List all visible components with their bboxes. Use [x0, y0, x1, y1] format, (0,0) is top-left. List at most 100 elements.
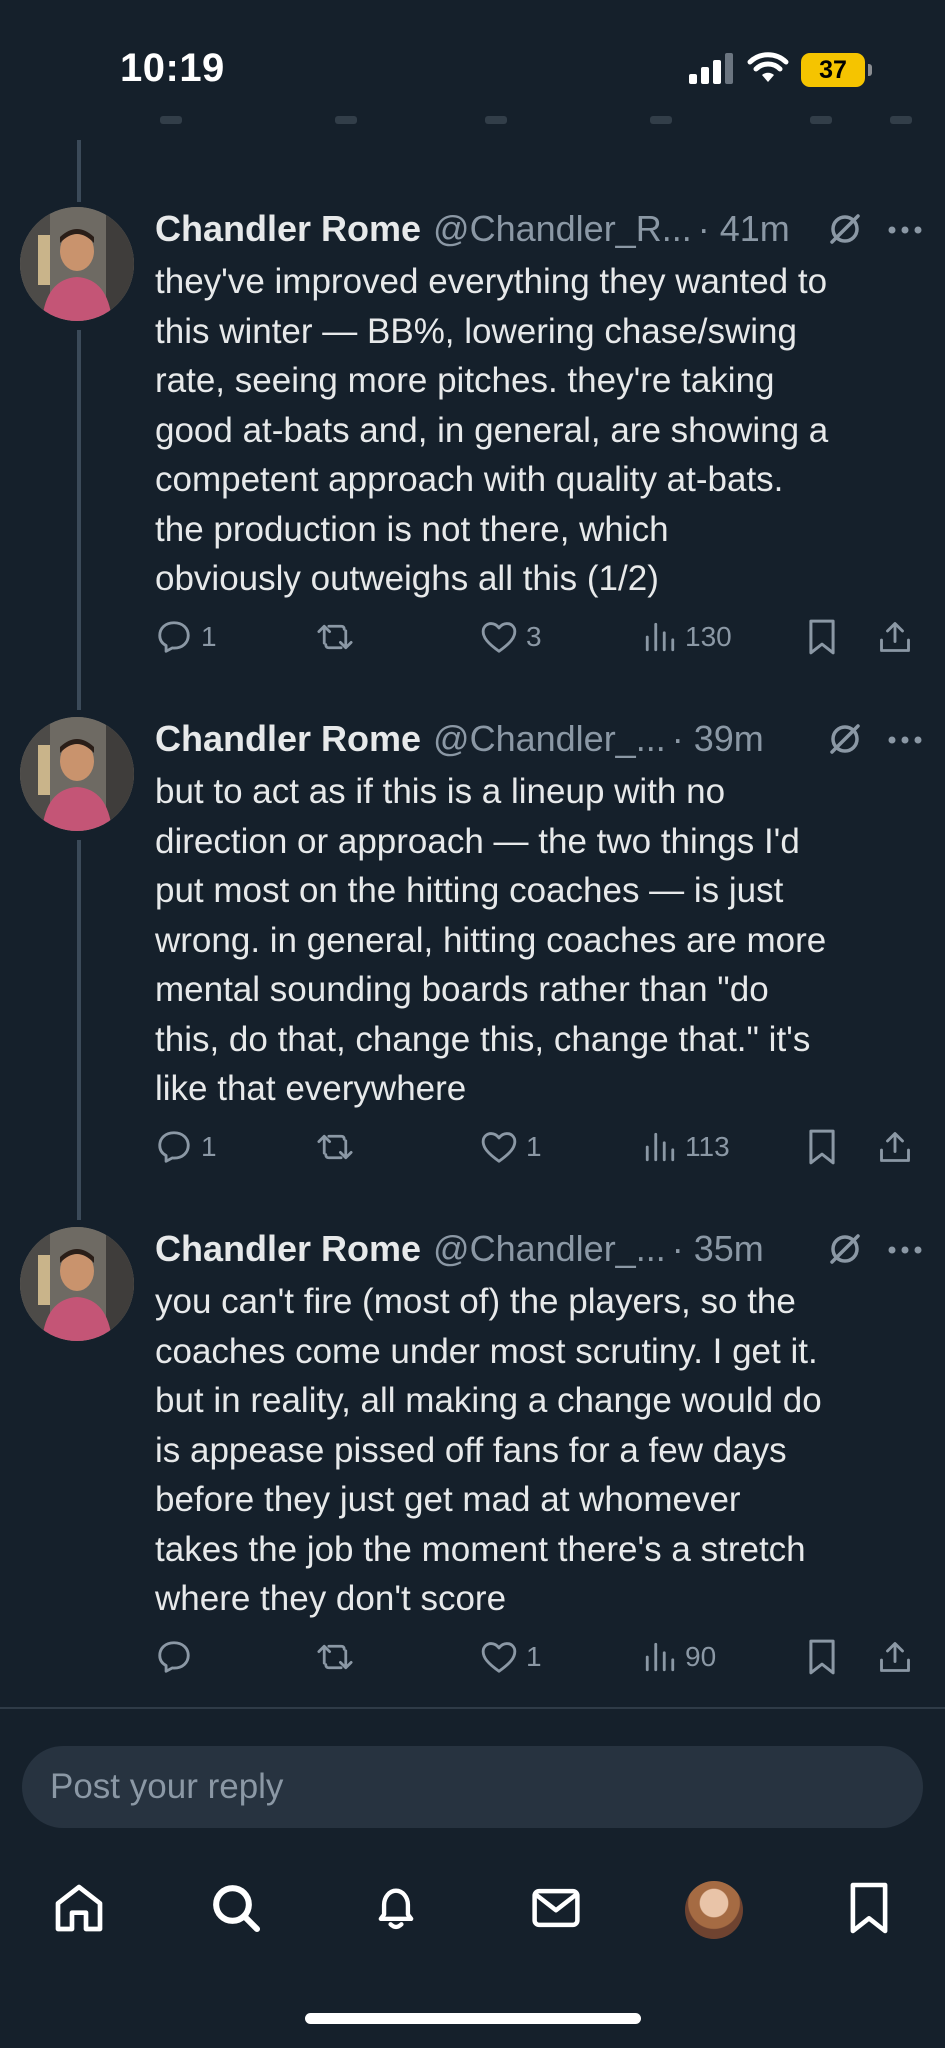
- tweet-actions: 1 1 113: [155, 1125, 915, 1169]
- tweet-actions: 1 3 130: [155, 615, 915, 659]
- battery-icon: 37: [801, 53, 872, 87]
- divider: [0, 1707, 945, 1709]
- repost-icon: [315, 1128, 355, 1166]
- profile-avatar: [685, 1881, 743, 1939]
- bookmarks-icon: [846, 1880, 892, 1941]
- heart-icon: [480, 1639, 518, 1675]
- author-handle[interactable]: @Chandler_...: [433, 1228, 666, 1270]
- views-button[interactable]: 90: [643, 1635, 716, 1679]
- tweet-header-icons: [827, 721, 923, 762]
- home-indicator[interactable]: [305, 2013, 641, 2024]
- tweet-header-icons: [827, 1231, 923, 1272]
- cellular-signal-icon: [689, 52, 735, 89]
- reply-button[interactable]: [155, 1635, 201, 1679]
- author-name[interactable]: Chandler Rome: [155, 208, 421, 250]
- more-options-icon[interactable]: [887, 223, 923, 241]
- tweet-text: but to act as if this is a lineup with n…: [155, 772, 827, 1108]
- tweet-header-icons: [827, 211, 923, 252]
- bookmark-icon: [805, 618, 839, 656]
- avatar[interactable]: [20, 717, 134, 831]
- views-icon: [643, 1130, 677, 1164]
- views-icon: [643, 620, 677, 654]
- nav-profile[interactable]: [674, 1860, 754, 1960]
- reply-icon: [155, 1128, 193, 1166]
- like-button[interactable]: 1: [480, 1125, 542, 1169]
- repost-button[interactable]: [315, 1125, 363, 1169]
- search-icon: [208, 1880, 264, 1941]
- like-count: 3: [526, 621, 542, 652]
- nav-search[interactable]: [196, 1860, 276, 1960]
- like-button[interactable]: 1: [480, 1635, 542, 1679]
- timestamp[interactable]: · 35m: [672, 1228, 764, 1270]
- like-count: 1: [526, 1641, 542, 1672]
- repost-icon: [315, 618, 355, 656]
- timestamp[interactable]: · 41m: [698, 208, 790, 250]
- repost-button[interactable]: [315, 1635, 363, 1679]
- share-button[interactable]: [877, 1635, 913, 1679]
- share-button[interactable]: [877, 615, 913, 659]
- views-icon: [643, 1640, 677, 1674]
- views-button[interactable]: 113: [643, 1125, 730, 1169]
- repost-icon: [315, 1638, 355, 1676]
- tweet-actions: 1 90: [155, 1635, 915, 1679]
- messages-icon: [529, 1881, 583, 1940]
- share-icon: [877, 618, 913, 656]
- collapsed-action-row: [0, 100, 945, 140]
- more-options-icon[interactable]: [887, 1243, 923, 1261]
- nav-home[interactable]: [39, 1860, 119, 1960]
- share-button[interactable]: [877, 1125, 913, 1169]
- heart-icon: [480, 619, 518, 655]
- status-icons: 37: [689, 50, 872, 90]
- reply-box[interactable]: [22, 1746, 923, 1828]
- author-name[interactable]: Chandler Rome: [155, 1228, 421, 1270]
- bookmark-button[interactable]: [805, 1125, 839, 1169]
- share-icon: [877, 1638, 913, 1676]
- bottom-nav: [0, 1860, 945, 1960]
- reply-count: 1: [201, 1131, 217, 1162]
- like-count: 1: [526, 1131, 542, 1162]
- avatar[interactable]: [20, 207, 134, 321]
- bookmark-icon: [805, 1638, 839, 1676]
- home-icon: [51, 1880, 107, 1941]
- reply-button[interactable]: 1: [155, 1125, 217, 1169]
- status-time: 10:19: [120, 46, 225, 90]
- thread-line: [77, 140, 81, 202]
- reply-icon: [155, 618, 193, 656]
- views-button[interactable]: 130: [643, 615, 732, 659]
- author-handle[interactable]: @Chandler_...: [433, 718, 666, 760]
- notifications-icon: [370, 1880, 422, 1941]
- nav-notifications[interactable]: [356, 1860, 436, 1960]
- nav-messages[interactable]: [516, 1860, 596, 1960]
- bookmark-button[interactable]: [805, 1635, 839, 1679]
- views-count: 130: [685, 621, 732, 652]
- like-button[interactable]: 3: [480, 615, 542, 659]
- reply-icon: [155, 1638, 193, 1676]
- bookmark-button[interactable]: [805, 615, 839, 659]
- reply-button[interactable]: 1: [155, 615, 217, 659]
- author-name[interactable]: Chandler Rome: [155, 718, 421, 760]
- views-count: 90: [685, 1641, 717, 1672]
- reply-count: 1: [201, 621, 217, 652]
- bookmark-icon: [805, 1128, 839, 1166]
- reply-input[interactable]: [22, 1746, 923, 1828]
- timestamp[interactable]: · 39m: [672, 718, 764, 760]
- more-options-icon[interactable]: [887, 733, 923, 751]
- tweet-header: Chandler Rome @Chandler_... · 39m: [155, 717, 925, 761]
- share-icon: [877, 1128, 913, 1166]
- views-count: 113: [685, 1131, 730, 1162]
- thread-line: [77, 840, 81, 1220]
- tweet-header: Chandler Rome @Chandler_... · 35m: [155, 1227, 925, 1271]
- avatar[interactable]: [20, 1227, 134, 1341]
- tweet-text: you can't fire (most of) the players, so…: [155, 1282, 822, 1618]
- status-bar: 10:19 37: [0, 0, 945, 140]
- tweet-header: Chandler Rome @Chandler_R... · 41m: [155, 207, 925, 251]
- grok-icon[interactable]: [827, 721, 863, 762]
- repost-button[interactable]: [315, 615, 363, 659]
- grok-icon[interactable]: [827, 1231, 863, 1272]
- heart-icon: [480, 1129, 518, 1165]
- thread-line: [77, 330, 81, 710]
- grok-icon[interactable]: [827, 211, 863, 252]
- nav-bookmarks[interactable]: [829, 1860, 909, 1960]
- battery-level: 37: [819, 55, 847, 84]
- author-handle[interactable]: @Chandler_R...: [433, 208, 692, 250]
